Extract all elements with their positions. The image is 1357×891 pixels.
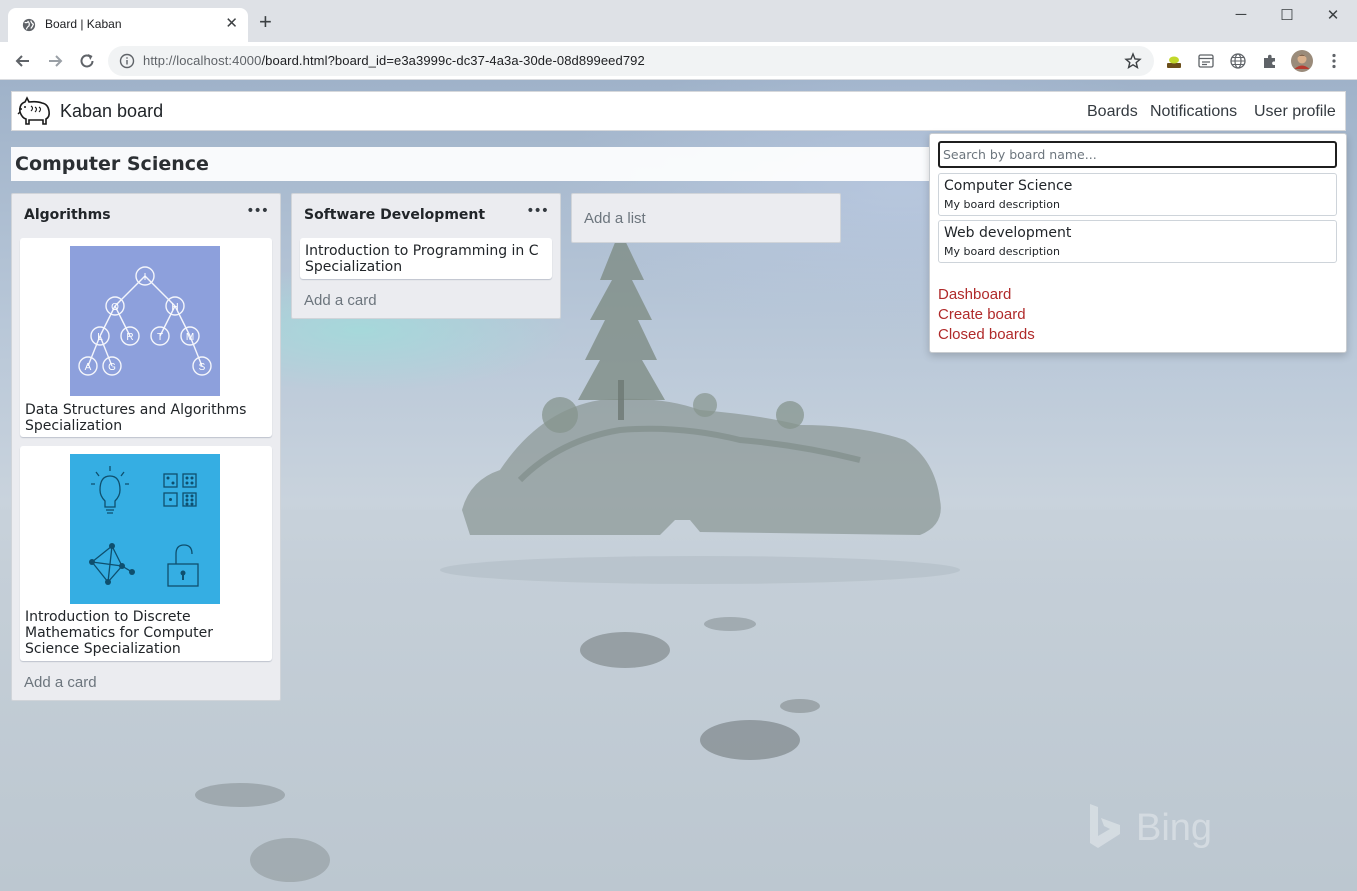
board-item-name: Computer Science — [944, 178, 1073, 194]
board-item-description: My board description — [944, 245, 1060, 258]
new-tab-button[interactable]: + — [259, 11, 272, 33]
tab-close-icon[interactable]: ✕ — [225, 16, 238, 31]
card-cover-tree-image: I O H L R T M A G S — [70, 246, 220, 396]
tree-node-label: H — [171, 302, 178, 313]
tree-node-label: T — [157, 332, 163, 343]
tree-node-label: R — [126, 332, 133, 343]
browser-tab[interactable]: Board | Kaban ✕ — [8, 8, 248, 42]
board-title[interactable]: Computer Science — [15, 153, 209, 175]
create-board-link[interactable]: Create board — [938, 306, 1026, 323]
url-host: http://localhost:4000 — [143, 53, 262, 68]
card-title: Introduction to Programming in C Special… — [305, 243, 539, 275]
tab-title: Board | Kaban — [45, 17, 122, 31]
reload-icon[interactable] — [77, 51, 97, 71]
url-path: /board.html?board_id=e3a3999c-dc37-4a3a-… — [261, 53, 645, 68]
list-software-development: Software Development ••• Introduction to… — [291, 193, 561, 319]
globe-icon — [22, 18, 36, 32]
card-data-structures[interactable]: I O H L R T M A G S Data Structures and … — [20, 238, 272, 437]
board-item-description: My board description — [944, 198, 1060, 211]
maximize-button[interactable]: ☐ — [1272, 6, 1302, 26]
card-intro-programming-c[interactable]: Introduction to Programming in C Special… — [300, 238, 552, 279]
bing-watermark: Bing — [1090, 804, 1212, 849]
add-card-button[interactable]: Add a card — [24, 674, 97, 691]
url-text: http://localhost:4000/board.html?board_i… — [143, 53, 645, 68]
nav-link-user-profile[interactable]: User profile — [1254, 103, 1336, 121]
card-cover-discrete-image — [70, 454, 220, 604]
nav-link-notifications[interactable]: Notifications — [1150, 103, 1237, 121]
close-window-button[interactable]: ✕ — [1318, 6, 1348, 26]
dashboard-link[interactable]: Dashboard — [938, 286, 1011, 303]
bookmark-star-icon[interactable] — [1124, 52, 1142, 70]
list-title[interactable]: Algorithms — [24, 207, 111, 223]
boards-dropdown: Computer Science My board description We… — [929, 133, 1347, 353]
list-title[interactable]: Software Development — [304, 207, 485, 223]
extension-plant-icon[interactable] — [1165, 52, 1183, 70]
board-item-name: Web development — [944, 225, 1072, 241]
extension-window-icon[interactable] — [1197, 52, 1215, 70]
board-item-computer-science[interactable]: Computer Science My board description — [938, 173, 1337, 216]
tree-node-label: M — [186, 332, 194, 343]
board-search-input[interactable] — [938, 141, 1337, 168]
add-list-button[interactable]: Add a list — [571, 193, 841, 243]
tree-node-label: G — [108, 362, 116, 373]
app-navbar: Kaban board Boards Notifications User pr… — [11, 91, 1346, 131]
site-info-icon[interactable] — [119, 53, 135, 69]
card-title: Introduction to Discrete Mathematics for… — [25, 609, 213, 657]
browser-menu-icon[interactable] — [1325, 52, 1343, 70]
tree-node-label: I — [144, 272, 147, 283]
tree-node-label: S — [199, 362, 206, 373]
board-title-bar: Computer Science — [11, 147, 930, 181]
forward-arrow-icon[interactable] — [45, 51, 65, 71]
list-menu-icon[interactable]: ••• — [246, 203, 269, 219]
card-title: Data Structures and Algorithms Specializ… — [25, 402, 247, 434]
pig-logo-icon[interactable] — [17, 96, 51, 126]
board-item-web-development[interactable]: Web development My board description — [938, 220, 1337, 263]
add-list-label: Add a list — [584, 210, 646, 227]
list-algorithms: Algorithms ••• I O H L R T M A G S Data … — [11, 193, 281, 701]
add-card-button[interactable]: Add a card — [304, 292, 377, 309]
bing-text: Bing — [1136, 807, 1212, 849]
tree-node-label: A — [85, 362, 92, 373]
app-brand[interactable]: Kaban board — [60, 101, 163, 122]
extensions-puzzle-icon[interactable] — [1261, 52, 1279, 70]
profile-avatar-icon[interactable] — [1291, 50, 1313, 72]
back-arrow-icon[interactable] — [13, 51, 33, 71]
browser-tab-strip: Board | Kaban ✕ + ─ ☐ ✕ — [0, 0, 1357, 42]
minimize-button[interactable]: ─ — [1226, 6, 1256, 26]
card-discrete-mathematics[interactable]: Introduction to Discrete Mathematics for… — [20, 446, 272, 661]
list-menu-icon[interactable]: ••• — [526, 203, 549, 219]
extension-globe-icon[interactable] — [1229, 52, 1247, 70]
tree-node-label: L — [97, 332, 103, 343]
nav-link-boards[interactable]: Boards — [1087, 103, 1138, 121]
address-bar[interactable]: http://localhost:4000/board.html?board_i… — [108, 46, 1154, 76]
closed-boards-link[interactable]: Closed boards — [938, 326, 1035, 343]
tree-node-label: O — [111, 302, 119, 313]
browser-toolbar: http://localhost:4000/board.html?board_i… — [0, 42, 1357, 80]
